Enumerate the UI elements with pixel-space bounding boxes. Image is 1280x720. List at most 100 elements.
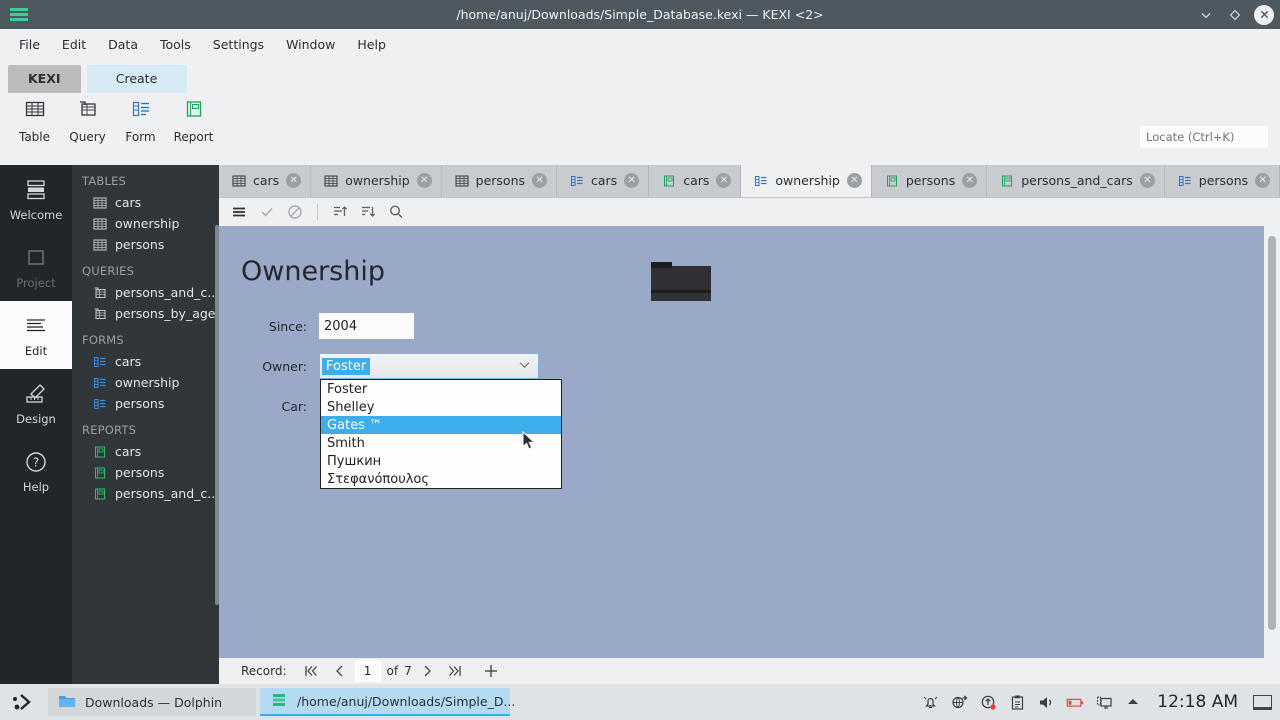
minimize-icon[interactable] <box>1196 5 1216 25</box>
menu-tools[interactable]: Tools <box>149 33 202 56</box>
document-tab-persons-and-cars-report[interactable]: persons_and_cars ✕ <box>987 165 1165 197</box>
dropdown-option-foster[interactable]: Foster <box>321 380 561 398</box>
nav-item-query-persons-and-cars[interactable]: persons_and_c... <box>72 282 219 303</box>
battery-low-icon[interactable] <box>1066 693 1084 711</box>
show-hidden-icon[interactable] <box>1124 693 1142 711</box>
rail-item-project[interactable]: Project <box>0 233 72 301</box>
query-icon <box>77 98 99 124</box>
nav-item-table-cars[interactable]: cars <box>72 192 219 213</box>
nav-group-forms: FORMS <box>82 333 124 347</box>
document-tab-persons-table[interactable]: persons ✕ <box>441 165 558 197</box>
maximize-icon[interactable] <box>1225 5 1245 25</box>
report-icon <box>93 487 107 501</box>
cancel-icon[interactable] <box>283 201 307 223</box>
mouse-cursor-icon <box>522 430 536 455</box>
go-next-icon[interactable] <box>414 660 440 682</box>
nav-item-query-persons-by-age[interactable]: persons_by_age <box>72 303 219 324</box>
dropdown-option-stefanopoulos[interactable]: Στεφανόπουλος <box>321 470 561 488</box>
create-report-button[interactable]: Report <box>167 98 220 144</box>
locate-input[interactable] <box>1140 126 1268 148</box>
owner-combobox[interactable]: Foster <box>319 353 539 379</box>
tab-kexi[interactable]: KEXI <box>8 65 81 93</box>
document-tab-cars-table[interactable]: cars ✕ <box>219 165 312 197</box>
create-table-button[interactable]: Table <box>8 98 61 144</box>
create-query-button[interactable]: Query <box>61 98 114 144</box>
close-icon[interactable]: ✕ <box>716 173 732 188</box>
add-record-icon[interactable] <box>478 660 504 682</box>
rail-item-help[interactable]: ? Help <box>0 437 72 505</box>
taskbar-item-dolphin[interactable]: Downloads — Dolphin <box>48 688 256 716</box>
nav-label: cars <box>115 354 142 369</box>
nav-item-table-persons[interactable]: persons <box>72 234 219 255</box>
nav-item-form-cars[interactable]: cars <box>72 351 219 372</box>
menu-help[interactable]: Help <box>346 33 397 56</box>
show-desktop-icon[interactable] <box>1253 694 1272 710</box>
owner-combobox-value: Foster <box>322 357 371 375</box>
go-last-icon[interactable] <box>442 660 468 682</box>
close-icon[interactable] <box>1254 4 1274 25</box>
menu-file[interactable]: File <box>8 33 51 56</box>
document-tab-label: persons <box>1198 173 1249 188</box>
nav-item-report-persons[interactable]: persons <box>72 462 219 483</box>
kickoff-icon[interactable] <box>0 684 44 720</box>
report-icon <box>183 98 205 124</box>
table-icon <box>24 98 46 124</box>
rail-item-edit[interactable]: Edit <box>0 301 72 369</box>
menu-settings[interactable]: Settings <box>202 33 275 56</box>
notifications-muted-icon[interactable] <box>921 693 939 711</box>
display-icon[interactable] <box>1095 693 1113 711</box>
go-first-icon[interactable] <box>299 660 325 682</box>
document-tab-cars-report[interactable]: cars ✕ <box>649 165 742 197</box>
canvas-vertical-scrollbar-thumb[interactable] <box>1268 236 1276 630</box>
document-tab-cars-form[interactable]: cars ✕ <box>557 165 650 197</box>
system-tray: 12:18 AM <box>921 684 1272 720</box>
document-tab-label: ownership <box>775 173 840 188</box>
menu-data[interactable]: Data <box>97 33 149 56</box>
clock[interactable]: 12:18 AM <box>1157 692 1238 712</box>
document-tab-persons-form[interactable]: persons ✕ <box>1164 165 1280 197</box>
record-number-input[interactable]: 1 <box>354 660 381 682</box>
search-icon[interactable] <box>384 201 408 223</box>
updates-icon[interactable] <box>979 693 997 711</box>
menu-window[interactable]: Window <box>275 33 346 56</box>
sort-descending-icon[interactable] <box>356 201 380 223</box>
rail-label-edit: Edit <box>24 343 48 358</box>
rail-item-welcome[interactable]: Welcome <box>0 165 72 233</box>
rail-item-design[interactable]: Design <box>0 369 72 437</box>
since-input[interactable] <box>319 313 414 339</box>
nav-item-form-persons[interactable]: persons <box>72 393 219 414</box>
close-icon[interactable]: ✕ <box>962 173 978 188</box>
network-icon[interactable] <box>950 693 968 711</box>
nav-item-report-persons-and-cars[interactable]: persons_and_c... <box>72 483 219 504</box>
tab-create[interactable]: Create <box>86 65 187 93</box>
go-previous-icon[interactable] <box>327 660 353 682</box>
close-icon[interactable]: ✕ <box>1139 173 1155 188</box>
create-form-button[interactable]: Form <box>114 98 167 144</box>
taskbar-item-kexi[interactable]: /home/anuj/Downloads/Simple_D... <box>260 688 515 716</box>
hamburger-menu-icon[interactable] <box>227 201 251 223</box>
close-icon[interactable]: ✕ <box>846 173 862 188</box>
clipboard-icon[interactable] <box>1008 693 1026 711</box>
query-icon <box>93 307 107 321</box>
dropdown-option-shelley[interactable]: Shelley <box>321 398 561 416</box>
nav-label: cars <box>115 195 142 210</box>
close-icon[interactable]: ✕ <box>416 173 432 188</box>
sort-ascending-icon[interactable] <box>328 201 352 223</box>
chevron-down-icon[interactable] <box>519 361 530 372</box>
nav-item-form-ownership[interactable]: ownership <box>72 372 219 393</box>
menu-edit[interactable]: Edit <box>51 33 97 56</box>
volume-icon[interactable] <box>1037 693 1055 711</box>
close-icon[interactable]: ✕ <box>286 173 302 188</box>
document-tab-persons-report[interactable]: persons ✕ <box>871 165 988 197</box>
taskbar-item-label: Downloads — Dolphin <box>85 694 223 710</box>
document-tab-ownership-table[interactable]: ownership ✕ <box>311 165 442 197</box>
document-tab-ownership-form[interactable]: ownership ✕ <box>741 165 872 197</box>
close-icon[interactable]: ✕ <box>532 173 548 188</box>
nav-item-report-cars[interactable]: cars <box>72 441 219 462</box>
close-icon[interactable]: ✕ <box>624 173 640 188</box>
check-icon[interactable] <box>255 201 279 223</box>
nav-item-table-ownership[interactable]: ownership <box>72 213 219 234</box>
record-of-label: of <box>386 664 399 678</box>
document-tab-label: cars <box>591 173 618 188</box>
close-icon[interactable]: ✕ <box>1255 173 1271 188</box>
